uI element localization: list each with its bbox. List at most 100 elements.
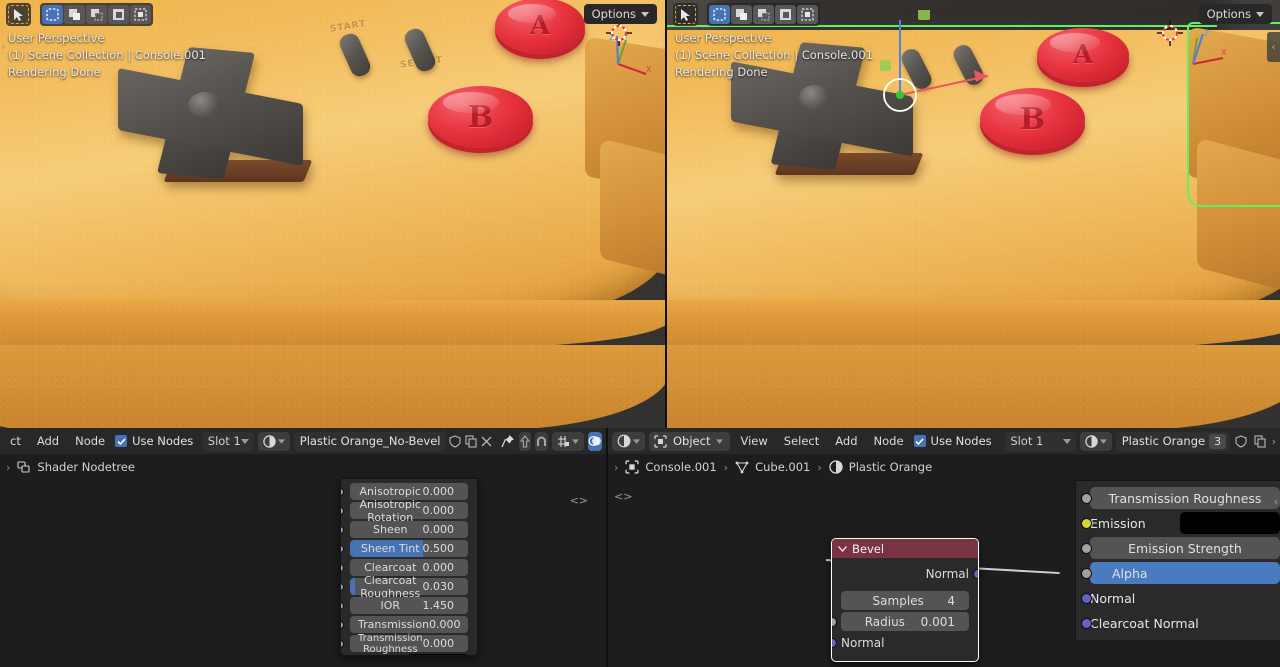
use-nodes-checkbox[interactable]: Use Nodes (913, 434, 992, 448)
select-subtract-icon[interactable] (753, 5, 774, 24)
socket-icon[interactable] (341, 544, 344, 553)
socket-icon[interactable] (341, 582, 344, 591)
shader-editor-right[interactable]: Object View Select Add Node Use Nodes Sl… (608, 428, 1280, 667)
material-name-field[interactable]: Plastic Orange 3 (1115, 431, 1231, 451)
use-nodes-checkbox[interactable]: Use Nodes (115, 434, 193, 448)
node-field[interactable]: IOR 1.450 (350, 597, 468, 614)
select-intersect-icon[interactable] (130, 5, 151, 24)
tool-select-box-left[interactable] (6, 3, 31, 26)
socket-icon[interactable] (341, 487, 344, 496)
node-row[interactable]: Sheen Tint 0.500 (341, 540, 468, 557)
socket-icon[interactable] (973, 568, 978, 579)
move-gizmo[interactable] (862, 10, 1002, 120)
emission-color-swatch[interactable] (1180, 512, 1280, 534)
breadcrumb-expand-icon[interactable]: › (614, 461, 618, 474)
chevron-down-icon[interactable] (838, 545, 847, 552)
bevel-radius-field[interactable]: Radius 0.001 (841, 612, 969, 631)
socket-icon[interactable] (341, 563, 344, 572)
socket-icon[interactable] (1081, 617, 1092, 629)
material-browse-dropdown[interactable] (257, 431, 290, 451)
viewport-left[interactable]: START SELECT A B X Y Z (0, 0, 665, 428)
node-row[interactable]: Transmission Roughness (1081, 487, 1280, 509)
material-name-field[interactable]: Plastic Orange_No-Bevel (293, 431, 445, 451)
socket-icon[interactable] (341, 506, 344, 515)
viewport-right[interactable]: A B X Y Z Options User Perspective (1) S… (665, 0, 1280, 428)
bevel-samples-row[interactable]: Samples 4 (841, 591, 969, 610)
node-row[interactable]: Clearcoat Normal (1081, 612, 1280, 634)
snap-magnet-icon[interactable] (535, 431, 548, 451)
node-field[interactable]: Sheen 0.000 (350, 521, 468, 538)
menu-ct[interactable]: ct (4, 432, 27, 450)
bevel-input-row[interactable]: Normal (832, 633, 969, 652)
node-row[interactable]: Emission Strength (1081, 537, 1280, 559)
breadcrumb-nodetree[interactable]: Shader Nodetree (17, 460, 135, 474)
pin-icon[interactable] (501, 432, 515, 451)
shader-editor-left-header[interactable]: ct Add Node Use Nodes Slot 1 Plastic Ora… (0, 428, 606, 454)
viewport-toolbar-right[interactable] (673, 3, 820, 26)
socket-icon[interactable] (1081, 542, 1092, 554)
select-set-icon[interactable] (709, 5, 730, 24)
select-extend-icon[interactable] (64, 5, 85, 24)
principled-bsdf-node-left[interactable]: Anisotropic 0.000 Anisotropic Rotation 0… (340, 478, 478, 656)
editor-type-dropdown[interactable] (612, 431, 645, 451)
select-set-icon[interactable] (42, 5, 63, 24)
node-row[interactable]: Emission (1081, 512, 1280, 534)
node-canvas-right[interactable]: Bevel Normal Samples 4 Radius 0.001 Norm… (608, 480, 1280, 667)
menu-select[interactable]: Select (778, 432, 825, 450)
node-sidebar-toggle[interactable]: ‹ (1274, 495, 1278, 508)
header-overflow-arrow[interactable]: › (1272, 435, 1276, 448)
node-row[interactable]: Transmission 0.000 (341, 616, 468, 633)
select-invert-icon[interactable] (108, 5, 129, 24)
new-material-copy-icon[interactable] (1253, 432, 1268, 451)
node-field[interactable]: Emission Strength (1090, 537, 1280, 559)
viewport-toolbar-left[interactable] (6, 3, 153, 26)
emission-color-swatch[interactable] (406, 654, 468, 655)
breadcrumb-object[interactable]: Console.001 (625, 460, 717, 474)
node-row[interactable]: Tangent (1090, 637, 1280, 640)
sidebar-toggle-left[interactable]: › (1, 40, 5, 53)
sidebar-toggle-right[interactable]: ‹ (1267, 32, 1280, 62)
socket-icon[interactable] (832, 616, 837, 627)
bevel-samples-field[interactable]: Samples 4 (841, 591, 969, 610)
node-field[interactable]: Anisotropic Rotation 0.000 (350, 498, 468, 524)
select-extend-icon[interactable] (731, 5, 752, 24)
node-row[interactable]: Alpha (1081, 562, 1280, 584)
menu-node[interactable]: Node (868, 432, 910, 450)
node-sidebar-toggle[interactable]: <> (570, 494, 588, 507)
tool-select-box-right[interactable] (673, 3, 698, 26)
node-row[interactable]: IOR 1.450 (341, 597, 468, 614)
socket-icon[interactable] (1081, 592, 1092, 604)
snap-to-dropdown[interactable] (552, 431, 584, 451)
select-subtract-icon[interactable] (86, 5, 107, 24)
select-intersect-icon[interactable] (797, 5, 818, 24)
unlink-material-x-icon[interactable] (481, 432, 492, 451)
select-invert-icon[interactable] (775, 5, 796, 24)
material-slot-dropdown[interactable]: Slot 1 (1005, 431, 1076, 451)
bevel-node-header[interactable]: Bevel (832, 539, 978, 558)
new-material-copy-icon[interactable] (464, 432, 477, 451)
socket-icon[interactable] (1081, 517, 1092, 529)
node-field[interactable]: Clearcoat Roughness 0.030 (350, 574, 468, 600)
principled-bsdf-node-right[interactable]: Transmission Roughness Emission Emission… (1075, 480, 1280, 640)
select-mode-group-right[interactable] (707, 3, 820, 26)
menu-add[interactable]: Add (31, 432, 65, 450)
node-field[interactable]: Sheen Tint 0.500 (350, 540, 468, 557)
shader-editor-left[interactable]: ct Add Node Use Nodes Slot 1 Plastic Ora… (0, 428, 608, 667)
node-sidebar-toggle-left[interactable]: <> (614, 490, 632, 503)
fake-user-shield-icon[interactable] (1234, 432, 1249, 451)
bevel-radius-row[interactable]: Radius 0.001 (832, 612, 969, 631)
breadcrumb-material[interactable]: Plastic Orange (829, 460, 932, 474)
fake-user-shield-icon[interactable] (448, 432, 461, 451)
bevel-output-row[interactable]: Normal (841, 565, 978, 582)
options-button-right[interactable]: Options (1198, 4, 1272, 24)
node-field[interactable]: Transmission Roughness (1090, 487, 1280, 509)
options-button-left[interactable]: Options (583, 4, 657, 24)
socket-icon[interactable] (341, 639, 344, 648)
menu-node[interactable]: Node (69, 432, 111, 450)
material-user-count[interactable]: 3 (1209, 433, 1227, 449)
breadcrumb-expand-icon[interactable]: › (6, 461, 10, 474)
socket-icon[interactable] (341, 601, 344, 610)
shader-type-dropdown[interactable]: Object (649, 431, 731, 451)
socket-icon[interactable] (1081, 492, 1092, 504)
menu-add[interactable]: Add (829, 432, 863, 450)
